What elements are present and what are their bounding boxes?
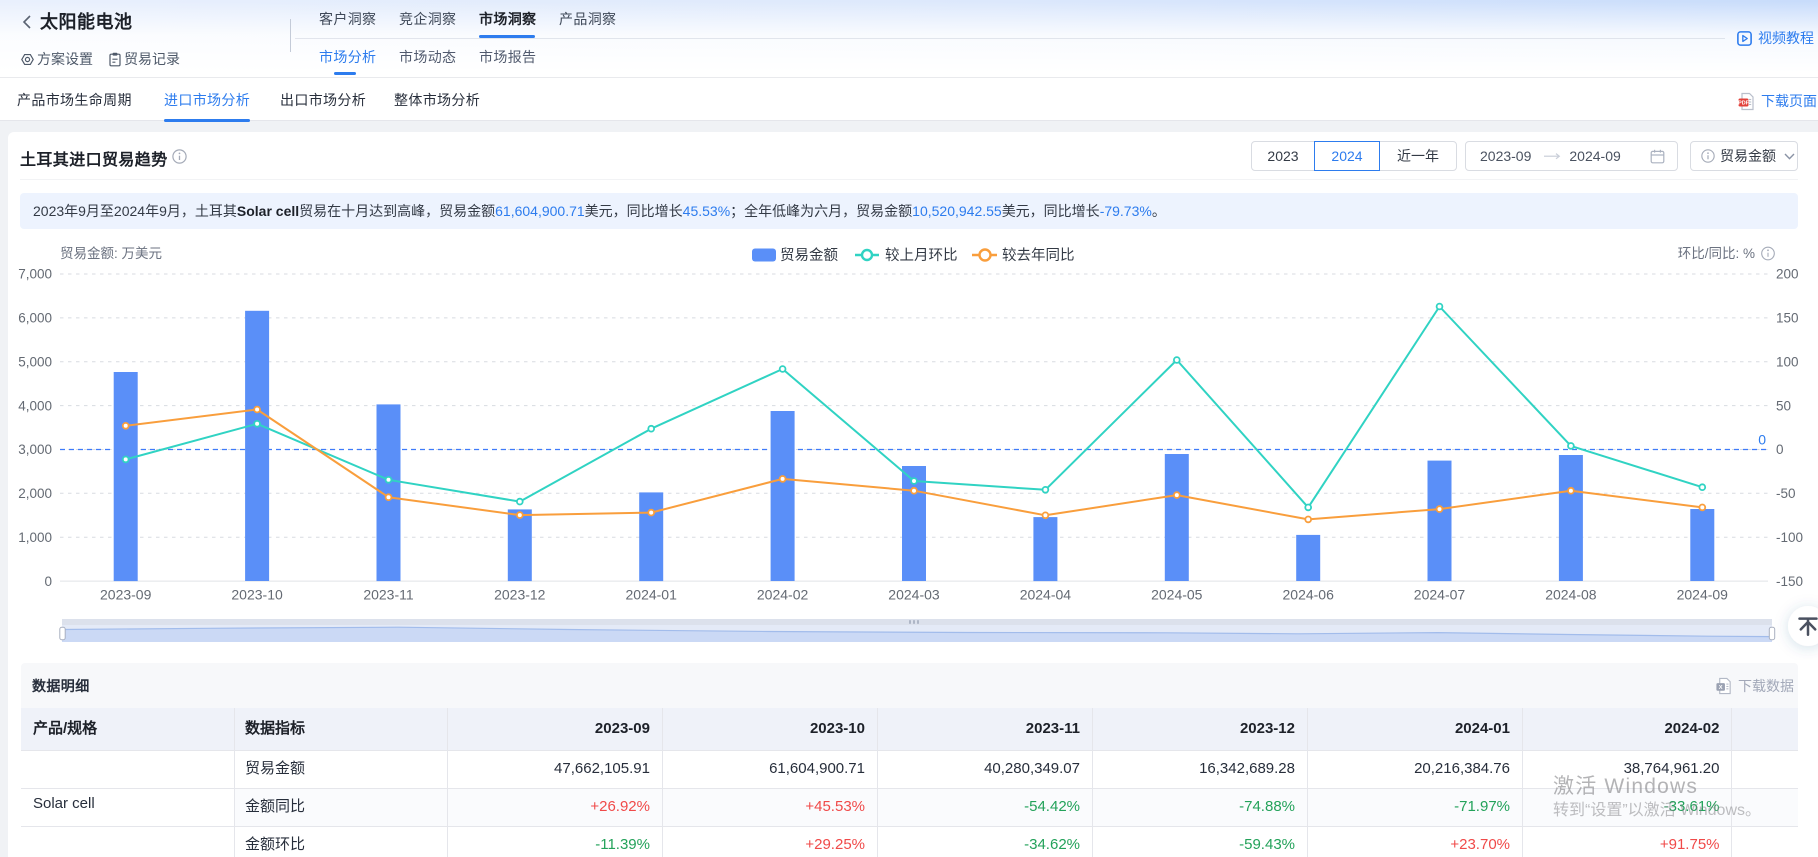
svg-text:-50: -50 <box>1776 486 1796 501</box>
svg-text:贸易金额: 贸易金额 <box>780 247 838 264</box>
svg-text:2024-02: 2024-02 <box>757 587 809 603</box>
svg-text:150: 150 <box>1776 311 1799 326</box>
svg-text:环比/同比: %: 环比/同比: % <box>1678 246 1755 261</box>
svg-text:较上月环比: 较上月环比 <box>885 246 958 264</box>
svg-text:0: 0 <box>1758 432 1766 448</box>
svg-text:0: 0 <box>44 574 52 589</box>
svg-text:3,000: 3,000 <box>18 442 52 457</box>
svg-text:100: 100 <box>1776 354 1799 369</box>
svg-text:2024-03: 2024-03 <box>888 587 940 603</box>
svg-text:2,000: 2,000 <box>18 486 52 501</box>
svg-text:2024-08: 2024-08 <box>1545 587 1597 603</box>
svg-text:7,000: 7,000 <box>18 267 52 282</box>
svg-text:贸易金额: 万美元: 贸易金额: 万美元 <box>60 246 162 261</box>
svg-text:0: 0 <box>1776 442 1784 457</box>
svg-text:PDF: PDF <box>1738 100 1749 106</box>
svg-text:4,000: 4,000 <box>18 398 52 413</box>
svg-text:2024-04: 2024-04 <box>1020 587 1072 603</box>
svg-text:X: X <box>1719 685 1723 691</box>
svg-text:50: 50 <box>1776 398 1791 413</box>
svg-text:2024-05: 2024-05 <box>1151 587 1203 603</box>
svg-text:2024-01: 2024-01 <box>626 587 678 603</box>
svg-text:2024-06: 2024-06 <box>1283 587 1335 603</box>
svg-text:2023-11: 2023-11 <box>363 587 414 603</box>
svg-text:-150: -150 <box>1776 574 1803 589</box>
svg-text:2023-10: 2023-10 <box>231 587 283 603</box>
svg-text:6,000: 6,000 <box>18 311 52 326</box>
svg-text:较去年同比: 较去年同比 <box>1002 246 1075 264</box>
svg-text:200: 200 <box>1776 267 1799 282</box>
svg-text:2024-09: 2024-09 <box>1677 587 1729 603</box>
svg-text:1,000: 1,000 <box>18 530 52 545</box>
svg-text:-100: -100 <box>1776 530 1803 545</box>
svg-text:2023-12: 2023-12 <box>494 587 546 603</box>
svg-text:2024-07: 2024-07 <box>1414 587 1466 603</box>
svg-text:2023-09: 2023-09 <box>100 587 152 603</box>
svg-text:5,000: 5,000 <box>18 354 52 369</box>
